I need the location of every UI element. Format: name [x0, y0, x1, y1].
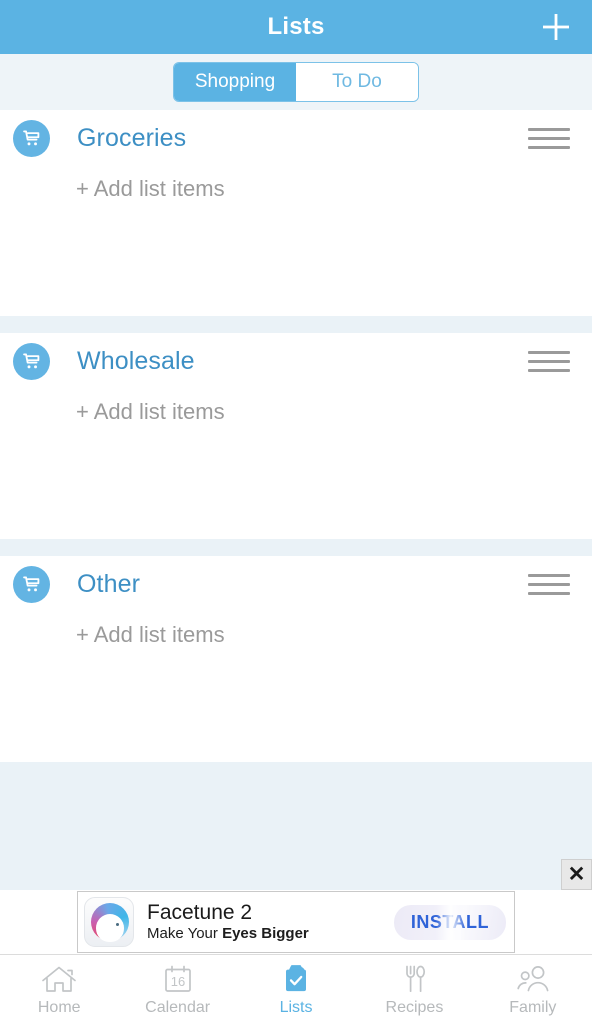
- list-title[interactable]: Wholesale: [77, 347, 195, 376]
- list-card-header: Other: [0, 556, 592, 613]
- home-icon: [38, 963, 80, 995]
- list-card: Groceries + Add list items: [0, 110, 592, 316]
- add-list-items-input[interactable]: + Add list items: [0, 390, 592, 434]
- list-title[interactable]: Other: [77, 570, 140, 599]
- tab-lists[interactable]: Lists: [237, 955, 355, 1024]
- ad-title: Facetune 2: [147, 900, 253, 924]
- ad-banner[interactable]: Facetune 2 Make Your Eyes Bigger INSTALL: [77, 891, 515, 953]
- add-list-items-input[interactable]: + Add list items: [0, 167, 592, 211]
- list-card-header: Groceries: [0, 110, 592, 167]
- close-ad-button[interactable]: ✕: [561, 859, 592, 890]
- segmented-control: Shopping To Do: [173, 62, 419, 102]
- app-header: Lists: [0, 0, 592, 54]
- tab-home[interactable]: Home: [0, 955, 118, 1024]
- ad-subtitle-normal: Make Your: [147, 925, 223, 943]
- add-list-button[interactable]: [538, 9, 574, 45]
- svg-text:16: 16: [170, 974, 184, 989]
- tab-home-label: Home: [37, 998, 81, 1016]
- tab-calendar-label: Calendar: [145, 998, 211, 1016]
- shopping-cart-icon: [13, 343, 50, 380]
- calendar-icon: 16: [158, 963, 198, 995]
- list-title[interactable]: Groceries: [77, 124, 186, 153]
- list-card: Wholesale + Add list items: [0, 333, 592, 539]
- tab-todo[interactable]: To Do: [296, 63, 418, 101]
- install-button[interactable]: INSTALL: [393, 904, 506, 940]
- tab-shopping[interactable]: Shopping: [174, 63, 296, 101]
- list-card-empty-space: [0, 434, 592, 539]
- clipboard-check-icon: [279, 963, 313, 995]
- shopping-cart-icon: [13, 566, 50, 603]
- list-card: Other + Add list items: [0, 556, 592, 762]
- tab-recipes[interactable]: Recipes: [355, 955, 473, 1024]
- plus-icon: [543, 14, 569, 40]
- drag-handle-icon[interactable]: [528, 349, 570, 375]
- ad-text-block: Facetune 2 Make Your Eyes Bigger: [147, 901, 394, 944]
- list-card-empty-space: [0, 211, 592, 316]
- facetune-app-icon: [84, 897, 134, 947]
- tab-family[interactable]: Family: [474, 955, 592, 1024]
- advertisement-container: ✕ Facetune 2 Make Your Eyes Bigger INSTA…: [0, 859, 592, 954]
- drag-handle-icon[interactable]: [528, 572, 570, 598]
- add-list-items-input[interactable]: + Add list items: [0, 613, 592, 657]
- drag-handle-icon[interactable]: [528, 126, 570, 152]
- segmented-control-bar: Shopping To Do: [0, 54, 592, 110]
- bottom-tab-bar: Home 16 Calendar Lists Recipes Family: [0, 954, 592, 1024]
- tab-recipes-label: Recipes: [385, 998, 444, 1016]
- shopping-cart-icon: [13, 120, 50, 157]
- lists-scroll-area[interactable]: Groceries + Add list items Wholesale + A…: [0, 110, 592, 890]
- ad-subtitle-bold: Eyes Bigger: [222, 925, 309, 943]
- ad-subtitle: Make Your Eyes Bigger: [147, 925, 394, 943]
- tab-calendar[interactable]: 16 Calendar: [118, 955, 236, 1024]
- people-icon: [511, 963, 555, 995]
- tab-lists-label: Lists: [279, 998, 313, 1016]
- list-card-empty-space: [0, 657, 592, 762]
- fork-spoon-icon: [396, 963, 432, 995]
- app-root: Lists Shopping To Do Groceries + Add lis…: [0, 0, 592, 1024]
- page-title: Lists: [267, 13, 325, 40]
- tab-family-label: Family: [509, 998, 557, 1016]
- list-card-header: Wholesale: [0, 333, 592, 390]
